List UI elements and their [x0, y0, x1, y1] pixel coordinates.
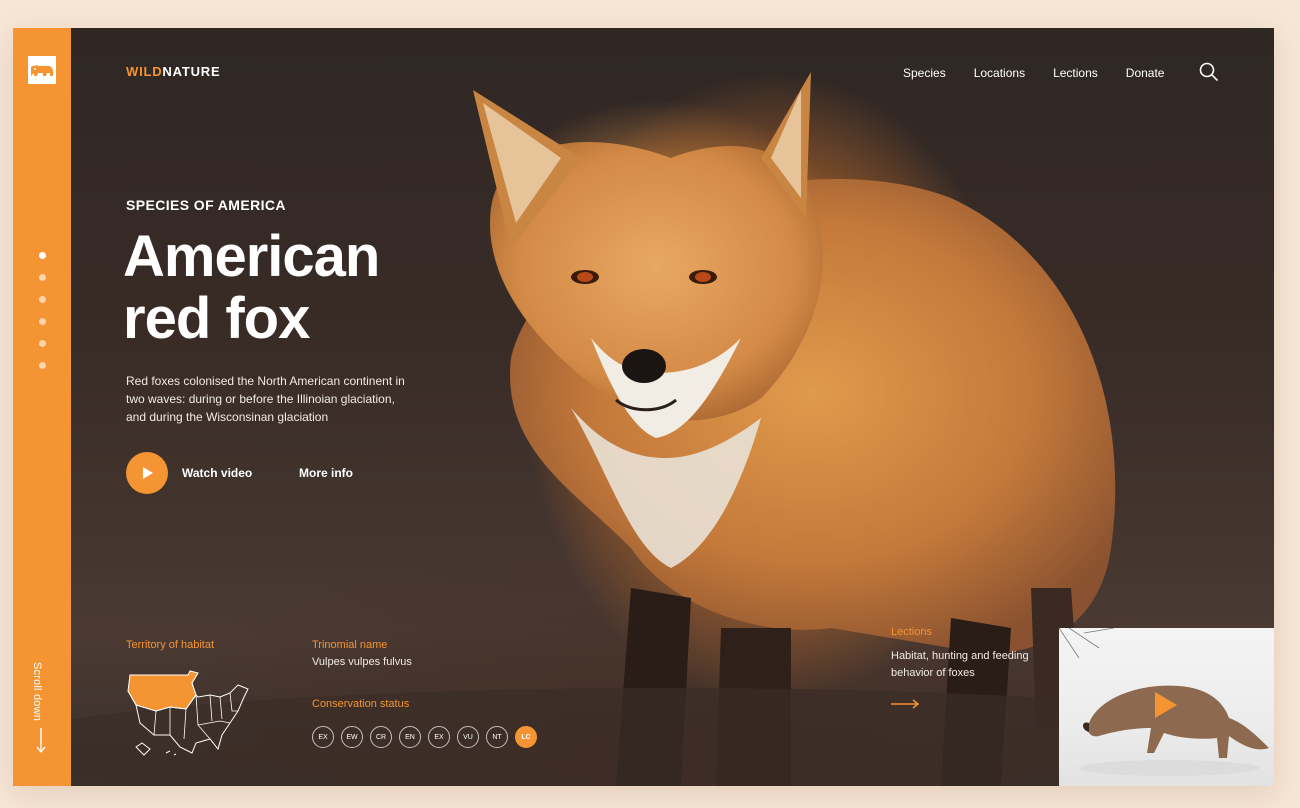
status-ex: EX	[312, 726, 334, 748]
status-ew: EW	[341, 726, 363, 748]
scroll-down-control[interactable]: Scroll down	[27, 662, 57, 762]
status-cr: CR	[370, 726, 392, 748]
title-line-1: American	[123, 224, 380, 289]
arrow-right-icon[interactable]	[891, 696, 921, 714]
pagination-dot-6[interactable]	[39, 362, 46, 369]
hero-section: WILDNATURE Species Locations Lections Do…	[71, 28, 1274, 786]
sidebar: Scroll down	[13, 28, 71, 786]
status-lc-active: LC	[515, 726, 537, 748]
conservation-status-list: EX EW CR EN EX VU NT LC	[312, 726, 537, 748]
pagination-dot-1[interactable]	[39, 252, 46, 259]
lections-description: Habitat, hunting and feeding behavior of…	[891, 650, 1029, 679]
nav-locations[interactable]: Locations	[974, 66, 1025, 80]
trinomial-value: Vulpes vulpes fulvus	[312, 656, 412, 668]
search-icon[interactable]	[1199, 62, 1219, 87]
title-line-2: red fox	[123, 286, 310, 351]
species-eyebrow: SPECIES OF AMERICA	[126, 197, 286, 213]
nav-lections[interactable]: Lections	[1053, 66, 1098, 80]
page-title: American red fox	[123, 226, 483, 350]
trinomial-label: Trinomial name	[312, 639, 388, 651]
thumbnail-play-icon	[1155, 692, 1177, 718]
territory-label: Territory of habitat	[126, 639, 215, 651]
conservation-label: Conservation status	[312, 698, 410, 710]
status-en: EN	[399, 726, 421, 748]
pagination-dot-5[interactable]	[39, 340, 46, 347]
play-icon	[143, 467, 153, 479]
brand-wild: WILD	[126, 64, 163, 79]
bear-icon[interactable]	[28, 56, 56, 84]
arrow-down-icon	[36, 728, 46, 754]
slide-pagination	[39, 252, 46, 384]
page-frame: WILDNATURE Species Locations Lections Do…	[13, 28, 1274, 786]
main-nav: Species Locations Lections Donate	[903, 66, 1164, 80]
status-vu: VU	[457, 726, 479, 748]
pagination-dot-3[interactable]	[39, 296, 46, 303]
brand-logo-text[interactable]: WILDNATURE	[126, 64, 220, 79]
play-video-button[interactable]	[126, 452, 168, 494]
pagination-dot-2[interactable]	[39, 274, 46, 281]
us-map-icon	[127, 670, 249, 756]
pagination-dot-4[interactable]	[39, 318, 46, 325]
scroll-down-label: Scroll down	[31, 662, 43, 722]
nav-donate[interactable]: Donate	[1126, 66, 1165, 80]
lection-video-thumbnail[interactable]	[1059, 628, 1274, 786]
lections-label: Lections	[891, 626, 932, 638]
brand-nature: NATURE	[162, 64, 221, 79]
watch-video-link[interactable]: Watch video	[182, 466, 252, 480]
more-info-link[interactable]: More info	[299, 466, 353, 480]
nav-species[interactable]: Species	[903, 66, 946, 80]
status-ex-2: EX	[428, 726, 450, 748]
hero-description: Red foxes colonised the North American c…	[126, 374, 405, 424]
status-nt: NT	[486, 726, 508, 748]
